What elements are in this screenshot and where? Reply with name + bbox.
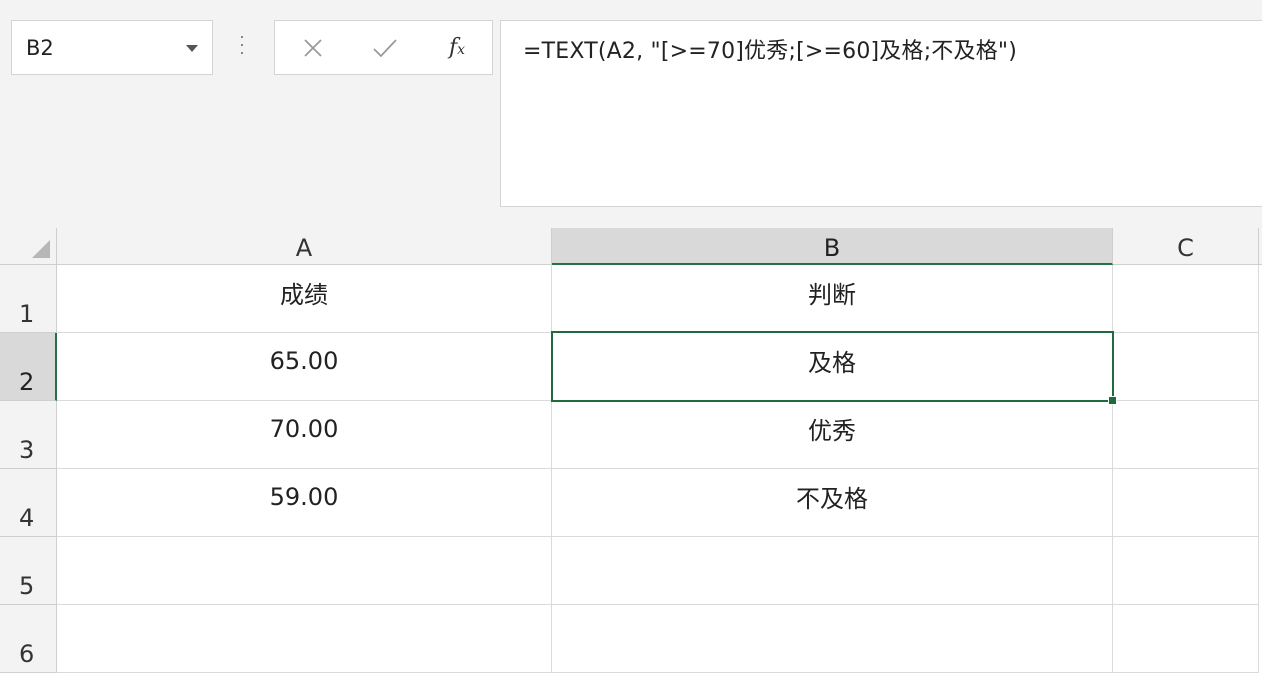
name-box-value: B2 bbox=[26, 36, 54, 60]
cell-c4[interactable] bbox=[1113, 469, 1259, 537]
column-header-c[interactable]: C bbox=[1113, 228, 1259, 265]
close-icon bbox=[304, 38, 322, 57]
cell-a4[interactable]: 59.00 bbox=[57, 469, 552, 537]
cell-a6[interactable] bbox=[57, 605, 552, 673]
row-header-1[interactable]: 1 bbox=[0, 265, 57, 333]
row-header-3[interactable]: 3 bbox=[0, 401, 57, 469]
select-all-icon bbox=[32, 240, 50, 258]
column-header-b[interactable]: B bbox=[552, 228, 1113, 265]
cell-a1[interactable]: 成绩 bbox=[57, 265, 552, 333]
name-box[interactable]: B2 bbox=[11, 20, 213, 75]
spreadsheet-grid: A B C 1 2 3 4 5 6 成绩 判断 65.00 及格 70.00 优… bbox=[0, 228, 1262, 682]
cell-b6[interactable] bbox=[552, 605, 1113, 673]
cell-a5[interactable] bbox=[57, 537, 552, 605]
cell-c5[interactable] bbox=[1113, 537, 1259, 605]
cell-a3[interactable]: 70.00 bbox=[57, 401, 552, 469]
cell-c1[interactable] bbox=[1113, 265, 1259, 333]
cancel-button[interactable] bbox=[283, 21, 343, 74]
row-header-2[interactable]: 2 bbox=[0, 333, 57, 401]
fx-icon: fx bbox=[448, 35, 466, 60]
cell-a2[interactable]: 65.00 bbox=[57, 333, 552, 401]
formula-text: =TEXT(A2, "[>=70]优秀;[>=60]及格;不及格") bbox=[523, 39, 1018, 64]
fill-handle[interactable] bbox=[1108, 396, 1117, 405]
cell-b5[interactable] bbox=[552, 537, 1113, 605]
cell-c6[interactable] bbox=[1113, 605, 1259, 673]
cell-b2[interactable]: 及格 bbox=[552, 333, 1113, 401]
row-header-5[interactable]: 5 bbox=[0, 537, 57, 605]
formula-buttons: fx bbox=[274, 20, 493, 75]
column-header-a[interactable]: A bbox=[57, 228, 552, 265]
enter-button[interactable] bbox=[355, 21, 415, 74]
select-all-button[interactable] bbox=[0, 228, 57, 265]
row-header-4[interactable]: 4 bbox=[0, 469, 57, 537]
chevron-down-icon[interactable] bbox=[186, 45, 198, 52]
insert-function-button[interactable]: fx bbox=[427, 21, 487, 74]
more-options-icon[interactable] bbox=[238, 34, 246, 58]
cell-c3[interactable] bbox=[1113, 401, 1259, 469]
check-icon bbox=[373, 38, 397, 57]
row-header-6[interactable]: 6 bbox=[0, 605, 57, 673]
cell-b4[interactable]: 不及格 bbox=[552, 469, 1113, 537]
cell-b3[interactable]: 优秀 bbox=[552, 401, 1113, 469]
formula-input[interactable]: =TEXT(A2, "[>=70]优秀;[>=60]及格;不及格") bbox=[500, 20, 1262, 207]
cell-b1[interactable]: 判断 bbox=[552, 265, 1113, 333]
cell-c2[interactable] bbox=[1113, 333, 1259, 401]
formula-bar: B2 fx =TEXT(A2, "[>=70]优秀;[>=60]及格;不及格") bbox=[0, 0, 1262, 228]
